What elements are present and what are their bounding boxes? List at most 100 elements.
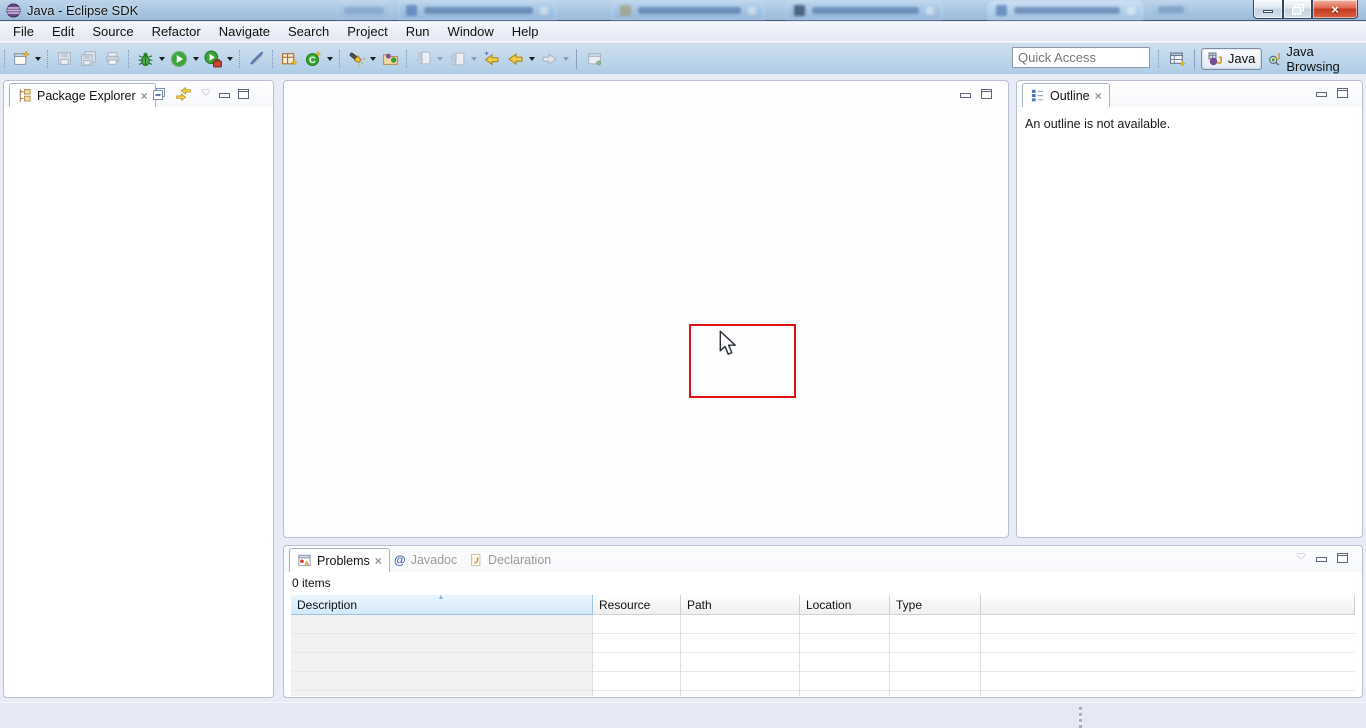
run-dropdown[interactable] (193, 57, 199, 61)
mark-occurrences-icon (248, 50, 265, 67)
menu-refactor[interactable]: Refactor (143, 22, 210, 41)
menu-run[interactable]: Run (397, 22, 439, 41)
perspective-switcher: J Java J Java Browsing (1158, 43, 1366, 74)
maximize-view-button[interactable] (1337, 88, 1348, 98)
link-with-editor-icon (175, 86, 192, 102)
forward-button[interactable] (537, 47, 561, 71)
package-explorer-icon (17, 88, 32, 103)
save-icon (56, 50, 73, 67)
collapse-all-button[interactable] (151, 86, 167, 102)
save-button[interactable] (52, 47, 76, 71)
menu-search[interactable]: Search (279, 22, 338, 41)
last-edit-location-button[interactable] (479, 47, 503, 71)
titlebar[interactable]: Java - Eclipse SDK × (0, 0, 1366, 21)
problems-header: Problems × @ Javadoc Declaration (284, 546, 1362, 572)
debug-dropdown[interactable] (159, 57, 165, 61)
close-window-button[interactable]: × (1312, 0, 1358, 19)
menu-edit[interactable]: Edit (43, 22, 83, 41)
new-wizard-dropdown[interactable] (35, 57, 41, 61)
maximize-view-button[interactable] (1337, 553, 1348, 563)
java-perspective-icon: J (1208, 51, 1224, 67)
previous-annotation-dropdown[interactable] (471, 57, 477, 61)
tab-declaration-label: Declaration (488, 553, 551, 567)
open-perspective-button[interactable] (1167, 47, 1188, 71)
editor-area[interactable] (283, 80, 1009, 538)
print-button[interactable] (100, 47, 124, 71)
ghost-new-tab-button (1150, 1, 1192, 17)
toolbar-separator (339, 50, 340, 68)
package-explorer-body[interactable] (4, 107, 273, 697)
save-all-button[interactable] (76, 47, 100, 71)
view-menu-button[interactable] (200, 90, 211, 98)
close-tab-icon[interactable]: × (141, 90, 148, 102)
run-button[interactable] (167, 47, 191, 71)
pin-editor-button[interactable] (582, 47, 606, 71)
col-header-path[interactable]: Path (681, 595, 800, 615)
new-class-dropdown[interactable] (327, 57, 333, 61)
new-java-project-button[interactable] (277, 47, 301, 71)
back-dropdown[interactable] (529, 57, 535, 61)
minimize-view-button[interactable] (1316, 90, 1327, 97)
next-annotation-button[interactable] (411, 47, 435, 71)
run-external-tools-icon (204, 50, 222, 68)
table-row (291, 672, 1355, 691)
col-header-type[interactable]: Type (890, 595, 981, 615)
debug-icon (137, 50, 154, 67)
view-menu-button[interactable] (1295, 554, 1306, 562)
tab-outline-label: Outline (1050, 89, 1090, 103)
perspective-java-button[interactable]: J Java (1201, 48, 1262, 70)
run-external-tools-dropdown[interactable] (227, 57, 233, 61)
close-icon: × (1331, 2, 1339, 17)
package-explorer-toolbar (151, 86, 249, 102)
statusbar-grip-dots (1079, 707, 1082, 728)
menu-help[interactable]: Help (503, 22, 548, 41)
run-external-tools-button[interactable] (201, 47, 225, 71)
quick-access-input[interactable] (1012, 47, 1150, 68)
menu-navigate[interactable]: Navigate (210, 22, 279, 41)
forward-dropdown[interactable] (563, 57, 569, 61)
package-explorer-header: Package Explorer × (4, 81, 273, 107)
perspective-java-browsing-button[interactable]: J Java Browsing (1262, 42, 1366, 76)
minimize-window-button[interactable] (1253, 0, 1283, 19)
col-header-location[interactable]: Location (800, 595, 890, 615)
tab-package-explorer[interactable]: Package Explorer × (9, 83, 156, 107)
eclipse-logo-icon (6, 3, 21, 23)
maximize-editor-button[interactable] (981, 89, 992, 99)
svg-text:C: C (309, 55, 316, 65)
menu-source[interactable]: Source (83, 22, 142, 41)
menu-window[interactable]: Window (439, 22, 503, 41)
debug-button[interactable] (133, 47, 157, 71)
menu-project[interactable]: Project (338, 22, 396, 41)
open-type-button[interactable] (378, 47, 402, 71)
close-tab-icon[interactable]: × (375, 555, 382, 567)
link-with-editor-button[interactable] (175, 86, 192, 102)
tab-javadoc[interactable]: @ Javadoc (387, 548, 464, 572)
search-button[interactable] (344, 47, 368, 71)
restore-window-button[interactable] (1283, 0, 1312, 19)
maximize-view-button[interactable] (238, 89, 249, 99)
mark-occurrences-button[interactable] (244, 47, 268, 71)
previous-annotation-button[interactable] (445, 47, 469, 71)
tab-problems[interactable]: Problems × (289, 548, 390, 572)
minimize-editor-button[interactable] (960, 91, 971, 98)
search-dropdown[interactable] (370, 57, 376, 61)
next-annotation-dropdown[interactable] (437, 57, 443, 61)
ghost-browser-tab (786, 1, 942, 20)
ghost-browser-tab (336, 1, 392, 20)
javadoc-icon: @ (394, 553, 406, 567)
menu-file[interactable]: File (4, 22, 43, 41)
pin-editor-icon (586, 50, 603, 67)
col-header-description[interactable]: ▲ Description (291, 595, 593, 615)
sort-ascending-icon: ▲ (438, 595, 445, 601)
minimize-view-button[interactable] (1316, 555, 1327, 562)
back-button[interactable] (503, 47, 527, 71)
col-header-resource[interactable]: Resource (593, 595, 681, 615)
problems-table-header: ▲ Description Resource Path Location Typ… (291, 595, 1355, 615)
new-wizard-button[interactable] (9, 47, 33, 71)
tab-declaration[interactable]: Declaration (462, 548, 558, 572)
window-title: Java - Eclipse SDK (27, 3, 138, 18)
new-class-button[interactable]: C (301, 47, 325, 71)
close-tab-icon[interactable]: × (1095, 90, 1102, 102)
tab-outline[interactable]: Outline × (1022, 83, 1110, 107)
minimize-view-button[interactable] (219, 91, 230, 98)
